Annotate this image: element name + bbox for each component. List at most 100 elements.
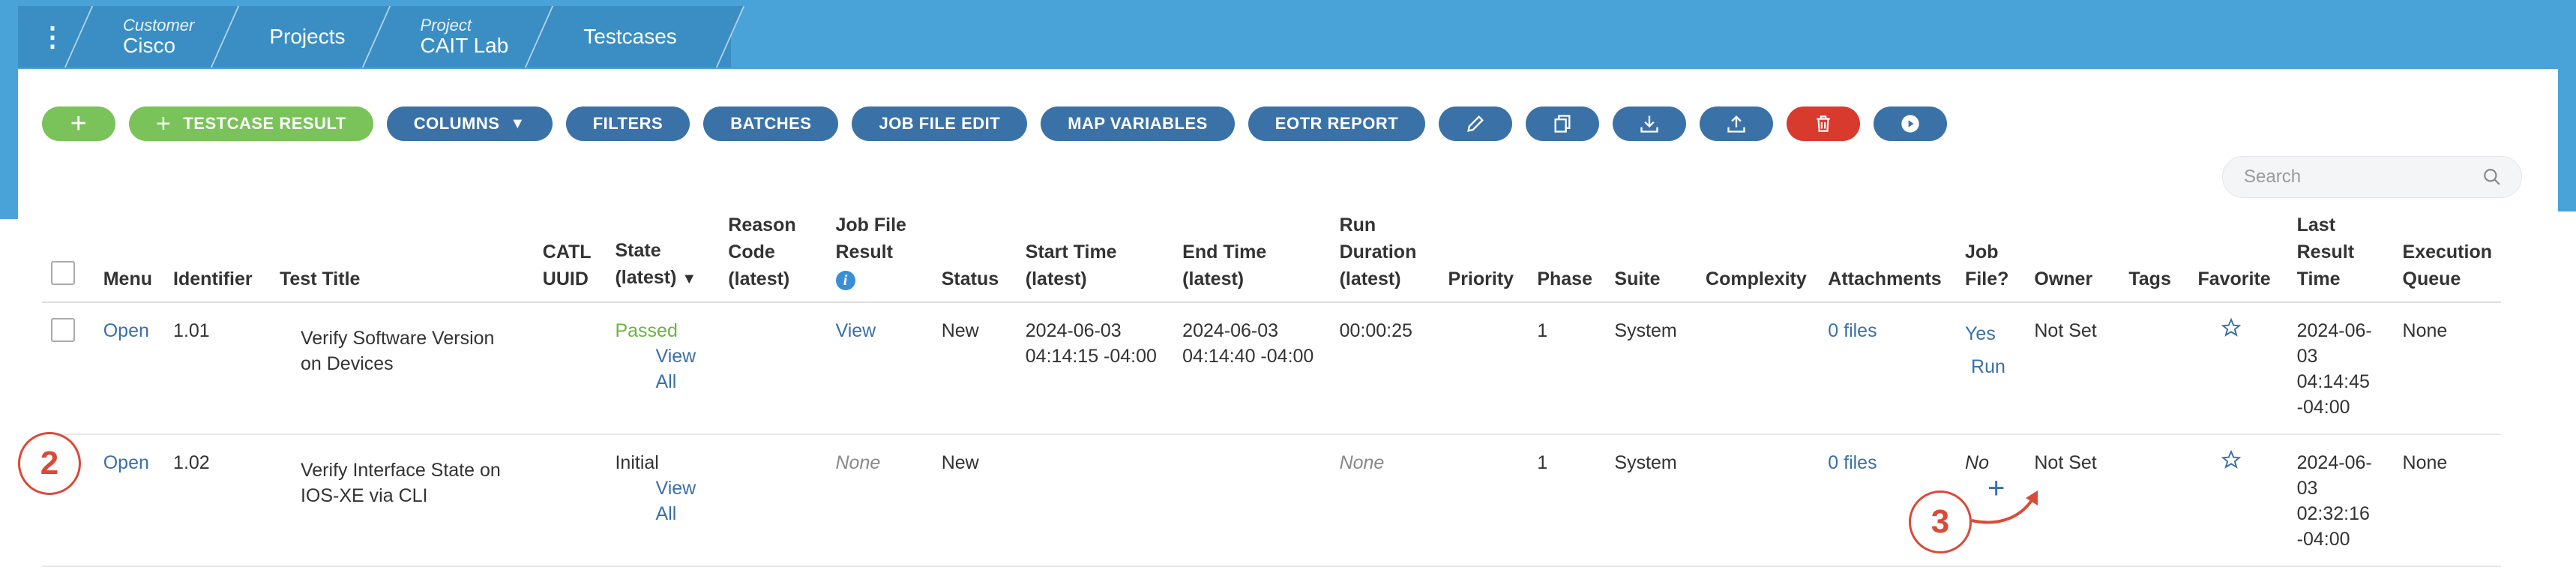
batches-button[interactable]: BATCHES [703, 106, 839, 141]
row-title-1: Verify Software Version [300, 328, 495, 349]
breadcrumb-customer[interactable]: Customer Cisco [87, 6, 233, 68]
col-attachments[interactable]: Attachments [1819, 212, 1957, 303]
row-menu: Open [94, 434, 165, 567]
end-date: 2024-06-03 [1182, 320, 1279, 341]
col-start-time[interactable]: Start Time (latest) [1016, 212, 1174, 303]
col-complexity[interactable]: Complexity [1697, 212, 1820, 303]
col-run-duration[interactable]: Run Duration (latest) [1330, 212, 1439, 303]
testcase-result-label: TESTCASE RESULT [183, 114, 346, 133]
col-test-title[interactable]: Test Title [270, 212, 534, 303]
open-link[interactable]: Open [103, 452, 149, 473]
sort-desc-icon[interactable]: ▼ [681, 271, 696, 287]
view-link[interactable]: View [836, 320, 876, 341]
star-icon[interactable] [2221, 449, 2242, 470]
row-job-file-result: None [826, 434, 933, 567]
map-variables-button[interactable]: MAP VARIABLES [1041, 106, 1235, 141]
batches-label: BATCHES [730, 114, 812, 133]
trash-icon [1817, 116, 1830, 132]
col-reason-code[interactable]: Reason Code (latest) [719, 212, 827, 303]
eotr-report-button[interactable]: EOTR REPORT [1248, 106, 1426, 141]
row-state: Passed View All [606, 302, 720, 435]
run-button[interactable] [1874, 106, 1948, 141]
delete-button[interactable] [1787, 106, 1861, 141]
col-jfr-2: Result [835, 242, 893, 262]
row-priority [1439, 302, 1529, 435]
job-file-run-link[interactable]: Run [1965, 354, 2016, 380]
col-priority[interactable]: Priority [1439, 212, 1529, 303]
info-icon[interactable]: i [835, 271, 855, 290]
job-file-edit-button[interactable]: JOB FILE EDIT [852, 106, 1028, 141]
col-end-time[interactable]: End Time (latest) [1173, 212, 1331, 303]
row-favorite [2188, 302, 2288, 435]
col-catl-uuid[interactable]: CATL UUID [533, 212, 607, 303]
star-icon[interactable] [2221, 317, 2242, 338]
edit-button[interactable] [1439, 106, 1513, 141]
col-job-file-result[interactable]: Job File Result i [826, 212, 933, 303]
col-reason-2: Code [728, 242, 775, 262]
open-link[interactable]: Open [103, 320, 149, 341]
search-icon[interactable] [2482, 167, 2502, 187]
plus-icon: + [70, 107, 88, 140]
row-catl-uuid [533, 302, 607, 435]
row-priority [1439, 434, 1529, 567]
add-button[interactable]: + [42, 106, 115, 141]
col-last-result-time[interactable]: Last Result Time [2287, 212, 2394, 303]
copy-icon [1554, 115, 1571, 133]
attachments-link[interactable]: 0 files [1828, 452, 1877, 473]
view-all-link[interactable]: View All [615, 476, 710, 526]
last-4: -04:00 [2296, 529, 2350, 550]
map-variables-label: MAP VARIABLES [1068, 114, 1208, 133]
col-job-file[interactable]: Job File? [1956, 212, 2026, 303]
upload-button[interactable] [1700, 106, 1774, 141]
last-1: 2024-06- [2296, 452, 2372, 473]
row-execution-queue: None [2393, 302, 2501, 435]
row-end-time: 2024-06-03 04:14:40 -04:00 [1173, 302, 1331, 435]
col-identifier[interactable]: Identifier [164, 212, 271, 303]
table-row: Open 1.01 Verify Software Version on Devi… [42, 302, 2501, 435]
download-button[interactable] [1613, 106, 1687, 141]
row-favorite [2188, 434, 2288, 567]
row-job-file: Yes Run [1956, 302, 2026, 435]
columns-button[interactable]: COLUMNS ▼ [386, 106, 553, 141]
select-all-checkbox[interactable] [51, 261, 75, 285]
row-title: Verify Interface State on IOS-XE via CLI [270, 434, 534, 567]
col-run-3: (latest) [1339, 268, 1401, 290]
copy-button[interactable] [1526, 106, 1600, 141]
plus-icon: + [156, 109, 172, 138]
row-status: New [932, 302, 1017, 435]
row-state: Initial View All [606, 434, 720, 567]
row-run-duration: None [1330, 434, 1439, 567]
row-select [42, 302, 94, 435]
col-favorite[interactable]: Favorite [2188, 212, 2288, 303]
table-header-row: Menu Identifier Test Title CATL UUID Stat… [42, 212, 2501, 303]
col-last-3: Time [2296, 268, 2341, 290]
filters-button[interactable]: FILTERS [565, 106, 690, 141]
add-testcase-result-button[interactable]: + TESTCASE RESULT [129, 106, 373, 141]
row-start-time [1016, 434, 1174, 567]
row-title-1: Verify Interface State on [300, 460, 501, 481]
job-file-yes-link[interactable]: Yes [1965, 321, 2016, 346]
breadcrumb-project[interactable]: Project CAIT Lab [385, 6, 548, 68]
col-status[interactable]: Status [932, 212, 1017, 303]
col-suite[interactable]: Suite [1605, 212, 1697, 303]
attachments-link[interactable]: 0 files [1828, 320, 1877, 341]
row-checkbox[interactable] [51, 318, 75, 342]
caret-down-icon: ▼ [510, 115, 526, 132]
col-owner[interactable]: Owner [2025, 212, 2120, 303]
search-input[interactable] [2242, 166, 2482, 188]
col-jfr-1: Job File [835, 214, 906, 236]
eotr-report-label: EOTR REPORT [1275, 114, 1399, 133]
row-run-duration: 00:00:25 [1330, 302, 1439, 435]
filters-label: FILTERS [592, 114, 663, 133]
view-all-link[interactable]: View All [615, 344, 710, 394]
col-execution-queue[interactable]: Execution Queue [2393, 212, 2501, 303]
col-run-1: Run [1339, 214, 1376, 236]
breadcrumb-testcases-label: Testcases [583, 25, 677, 48]
breadcrumb-projects[interactable]: Projects [233, 6, 384, 68]
col-tags[interactable]: Tags [2119, 212, 2189, 303]
col-menu[interactable]: Menu [94, 212, 165, 303]
col-phase[interactable]: Phase [1528, 212, 1606, 303]
col-state[interactable]: State (latest) ▼ [606, 212, 720, 303]
col-jobfile-2: File? [1965, 268, 2009, 290]
col-catl-uuid-2: UUID [542, 268, 589, 290]
